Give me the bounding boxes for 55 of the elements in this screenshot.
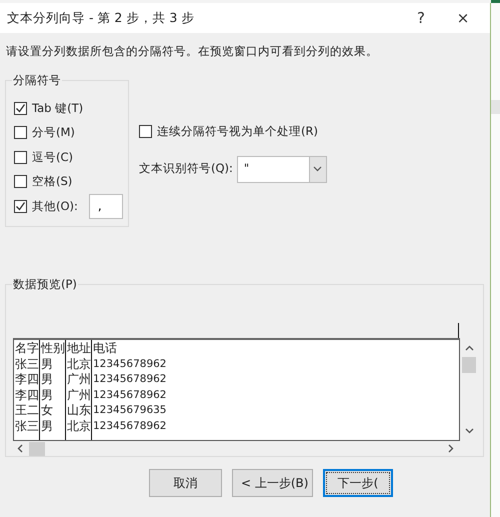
- checkbox[interactable]: [14, 175, 27, 188]
- checkbox[interactable]: [14, 126, 27, 140]
- checkbox[interactable]: [139, 124, 152, 138]
- checkbox-label[interactable]: 其他(O):: [32, 198, 78, 215]
- preview-cell-text: 12345679635: [93, 403, 166, 418]
- preview-cell: 地址: [67, 341, 91, 356]
- scroll-thumb[interactable]: [462, 357, 476, 373]
- preview-cell: 李四: [15, 388, 39, 403]
- preview-cell-text: 男: [41, 418, 54, 434]
- dialog-button[interactable]: 下一步(: [323, 469, 393, 497]
- preview-cell: 张三: [15, 418, 39, 434]
- scroll-thumb[interactable]: [29, 442, 45, 456]
- chevron-down-icon: [313, 166, 322, 172]
- group-title: 数据预览(P): [12, 276, 78, 292]
- preview-cell-text: 12345678962: [93, 388, 166, 402]
- checkbox-label[interactable]: 分号(M): [32, 124, 75, 142]
- other-delimiter-field[interactable]: ,: [88, 194, 123, 219]
- preview-cell: 李四: [15, 372, 39, 388]
- scroll-up-icon[interactable]: [464, 345, 474, 351]
- checkbox-label[interactable]: 逗号(C): [32, 148, 74, 166]
- close-button[interactable]: ×: [442, 6, 484, 30]
- checkbox[interactable]: [14, 102, 27, 115]
- preview-cell-text: 电话: [93, 341, 118, 356]
- checkbox-label[interactable]: Tab 键(T): [32, 100, 84, 117]
- preview-cell-text: 男: [41, 356, 54, 372]
- preview-cell-text: 12345678962: [93, 418, 166, 434]
- preview-cell-text: 男: [41, 372, 54, 388]
- text-qualifier-dropdown[interactable]: ": [236, 156, 327, 182]
- text-qualifier-label: 文本识别符号(Q):: [139, 160, 233, 178]
- window-title: 文本分列向导 - 第 2 步，共 3 步: [7, 8, 194, 27]
- scroll-down-icon[interactable]: [464, 428, 474, 434]
- scroll-left-icon[interactable]: [17, 444, 23, 453]
- preview-cell: 北京: [67, 418, 91, 434]
- preview-cell-text: 女: [41, 403, 54, 418]
- dialog-button[interactable]: < 上一步(B): [232, 469, 313, 497]
- help-button[interactable]: ?: [400, 6, 442, 30]
- preview-cell: 广州: [67, 388, 91, 403]
- preview-cell: 张三: [15, 356, 39, 372]
- preview-cell: 山东: [67, 403, 91, 418]
- scroll-right-icon[interactable]: [448, 444, 454, 453]
- preview-cell: 名字: [15, 341, 39, 356]
- preview-cell: 北京: [67, 356, 91, 372]
- preview-cell: 性别: [41, 341, 65, 356]
- group-title: 分隔符号: [12, 72, 62, 88]
- checkbox[interactable]: [14, 150, 27, 164]
- dialog-button[interactable]: 取消: [149, 469, 222, 497]
- preview-cell: 广州: [67, 372, 91, 388]
- checkbox-label[interactable]: 连续分隔符号视为单个处理(R): [157, 122, 318, 140]
- preview-cell-text: 男: [41, 388, 54, 403]
- preview-cell: 王二: [15, 403, 39, 418]
- preview-cell-text: 12345678962: [93, 372, 166, 387]
- checkbox[interactable]: [14, 200, 27, 213]
- checkbox-label[interactable]: 空格(S): [32, 173, 72, 190]
- preview-cell-text: 12345678962: [93, 356, 166, 372]
- instruction-text: 请设置分列数据所包含的分隔符号。在预览窗口内可看到分列的效果。: [6, 44, 378, 58]
